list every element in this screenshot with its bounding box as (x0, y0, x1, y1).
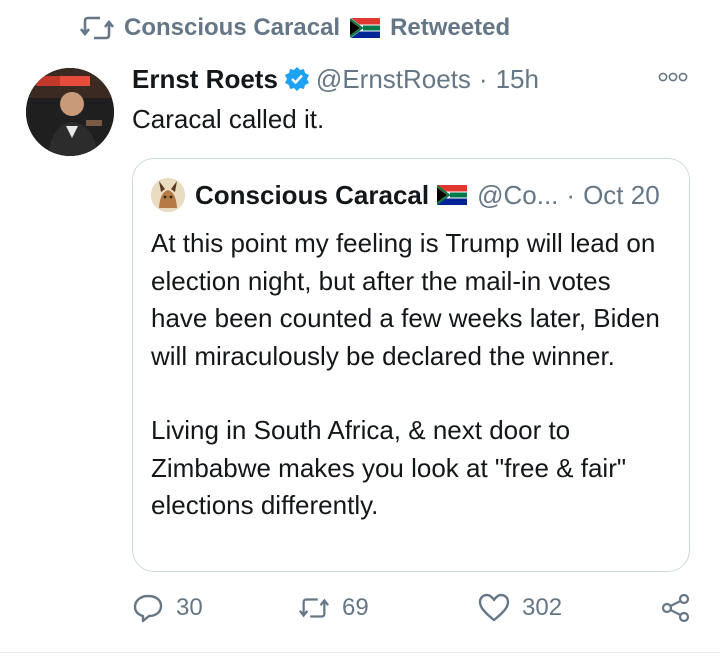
author-photo (26, 68, 114, 156)
tweet-text: Caracal called it. (132, 104, 325, 134)
reply-count: 30 (176, 594, 203, 621)
quoted-tweet-card[interactable]: Conscious Caracal @Co... · Oct 20 At thi… (132, 158, 690, 572)
quoted-tweet-date: Oct 20 (583, 179, 660, 210)
like-button[interactable]: 302 (478, 592, 562, 624)
south-africa-flag-icon (437, 185, 468, 205)
quoted-tweet-header: Conscious Caracal @Co... · Oct 20 (151, 175, 671, 215)
quoted-paragraph: At this point my feeling is Trump will l… (151, 228, 660, 371)
retweeter-name[interactable]: Conscious Caracal (124, 14, 340, 42)
tweet-actions: 30 69 302 (132, 592, 694, 632)
quoted-paragraph: Living in South Africa, & next door to Z… (151, 415, 627, 520)
more-options-icon[interactable] (658, 70, 688, 84)
author-avatar[interactable] (26, 68, 114, 156)
author-name[interactable]: Ernst Roets (132, 64, 278, 95)
south-africa-flag-icon (350, 18, 381, 38)
quoted-tweet-text: At this point my feeling is Trump will l… (151, 225, 673, 525)
author-handle[interactable]: @ErnstRoets (316, 64, 471, 95)
tweet-header: Ernst Roets @ErnstRoets · 15h (132, 60, 700, 98)
quoted-author-avatar (151, 178, 185, 212)
tweet-time[interactable]: 15h (496, 64, 539, 95)
quoted-author-name: Conscious Caracal (195, 179, 430, 210)
retweet-icon (299, 598, 329, 618)
share-icon (661, 593, 690, 623)
heart-icon (478, 593, 510, 622)
verified-badge-icon (284, 67, 309, 91)
separator-dot: · (478, 63, 488, 94)
retweet-icon (80, 16, 114, 40)
reply-icon (133, 594, 163, 623)
retweet-count: 69 (342, 594, 369, 621)
share-button[interactable] (660, 592, 692, 624)
caracal-avatar-icon (151, 178, 185, 212)
divider (0, 652, 720, 653)
retweet-button[interactable]: 69 (298, 592, 369, 624)
retweet-context[interactable]: Conscious Caracal Retweeted (80, 14, 510, 42)
separator-dot: · (566, 179, 576, 210)
like-count: 302 (522, 594, 563, 621)
quoted-author-handle: @Co... (477, 179, 559, 210)
reply-button[interactable]: 30 (132, 592, 203, 624)
retweeted-label: Retweeted (390, 14, 511, 41)
